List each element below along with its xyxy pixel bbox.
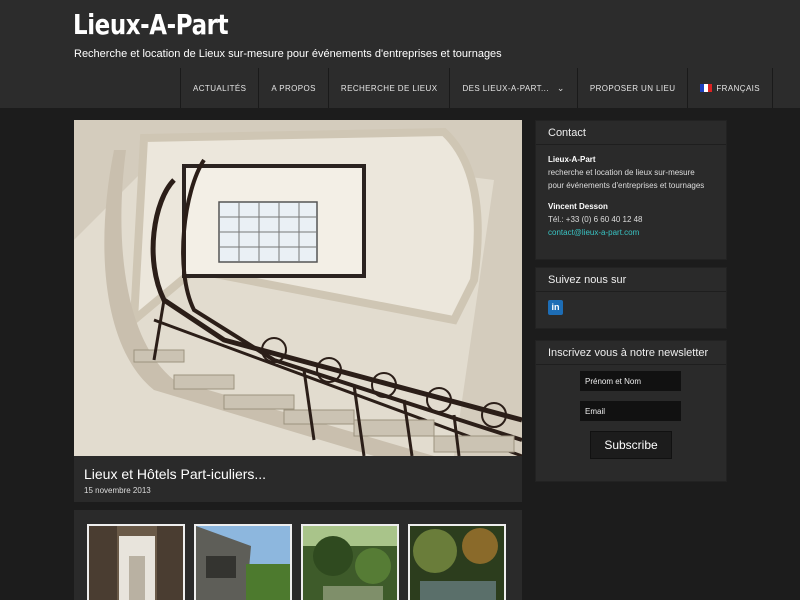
nav-label: FRANÇAIS — [716, 83, 761, 93]
widget-title: Suivez nous sur — [536, 268, 726, 292]
staircase-photo[interactable] — [74, 120, 522, 456]
post-title[interactable]: Lieux et Hôtels Part-iculiers... — [84, 466, 266, 482]
courtyard-image — [89, 526, 183, 600]
company-tagline: recherche et location de lieux sur-mesur… — [548, 168, 695, 177]
staircase-illustration — [74, 120, 522, 456]
gallery-thumbnail[interactable] — [87, 524, 185, 600]
follow-widget: Suivez nous sur in — [535, 267, 727, 329]
company-tagline: pour événements d'entreprises et tournag… — [548, 181, 705, 190]
subscribe-button[interactable]: Subscribe — [590, 431, 672, 459]
contact-body: Lieux-A-Part recherche et location de li… — [536, 145, 726, 247]
contact-widget: Contact Lieux-A-Part recherche et locati… — [535, 120, 727, 260]
nav-label: ACTUALITÉS — [193, 83, 247, 93]
linkedin-icon[interactable]: in — [548, 300, 563, 315]
name-input[interactable] — [580, 371, 681, 391]
post-date: 15 novembre 2013 — [84, 486, 151, 495]
garden-pond-image — [410, 526, 504, 600]
building-plants-image — [196, 526, 290, 600]
contact-person: Vincent Desson — [548, 202, 608, 211]
chevron-down-icon: ⌄ — [556, 82, 565, 93]
french-flag-icon — [700, 84, 713, 92]
main-nav: ACTUALITÉS A PROPOS RECHERCHE DE LIEUX D… — [180, 68, 774, 108]
nav-item-proposer-un-lieu[interactable]: PROPOSER UN LIEU — [577, 68, 689, 108]
contact-email-link[interactable]: contact@lieux-a-part.com — [548, 226, 714, 239]
nav-item-des-lieux-a-part[interactable]: DES LIEUX-A-PART... ⌄ — [450, 68, 578, 108]
gallery-thumbnail[interactable] — [408, 524, 506, 600]
nav-label: A PROPOS — [271, 83, 316, 93]
gallery-thumbnail[interactable] — [301, 524, 399, 600]
email-input[interactable] — [580, 401, 681, 421]
nav-label: RECHERCHE DE LIEUX — [340, 83, 438, 93]
gallery-thumbnail[interactable] — [194, 524, 292, 600]
nav-label: DES LIEUX-A-PART... — [462, 83, 549, 93]
nav-item-a-propos[interactable]: A PROPOS — [259, 68, 329, 108]
nav-item-language[interactable]: FRANÇAIS — [688, 68, 774, 108]
widget-title: Inscrivez vous à notre newsletter — [536, 341, 726, 365]
newsletter-widget: Inscrivez vous à notre newsletter Subscr… — [535, 340, 727, 482]
site-header: Lieux-A-Part Recherche et location de Li… — [0, 0, 800, 108]
contact-phone: Tél.: +33 (0) 6 60 40 12 48 — [548, 215, 643, 224]
gallery — [74, 510, 522, 600]
garden-image — [303, 526, 397, 600]
site-title[interactable]: Lieux-A-Part — [73, 8, 229, 41]
nav-label: PROPOSER UN LIEU — [589, 83, 676, 93]
widget-title: Contact — [536, 121, 726, 145]
linkedin-icon-label: in — [551, 302, 560, 312]
nav-item-recherche-de-lieux[interactable]: RECHERCHE DE LIEUX — [328, 68, 451, 108]
nav-item-actualites[interactable]: ACTUALITÉS — [181, 68, 260, 108]
site-description: Recherche et location de Lieux sur-mesur… — [74, 48, 502, 60]
company-name: Lieux-A-Part — [548, 155, 596, 164]
post-card: Lieux et Hôtels Part-iculiers... 15 nove… — [74, 120, 522, 502]
